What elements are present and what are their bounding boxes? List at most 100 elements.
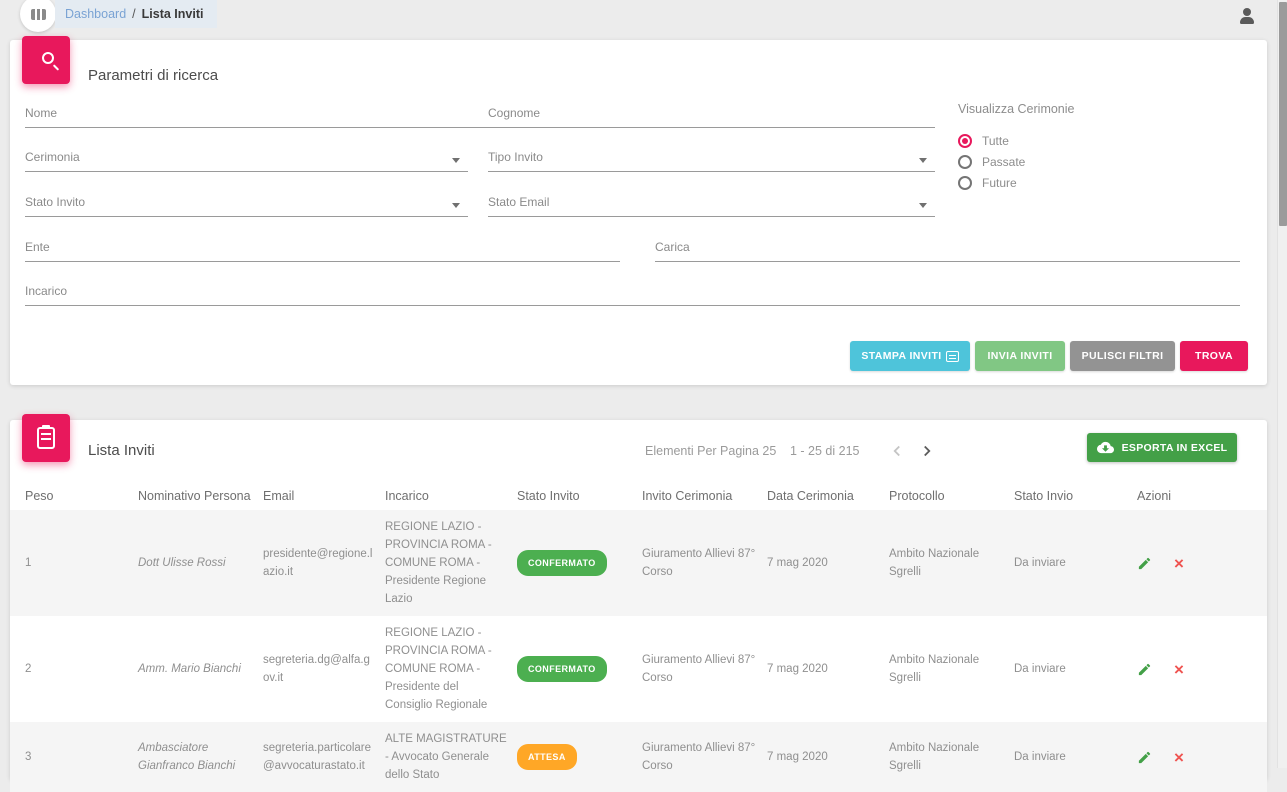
radio-option-label: Passate bbox=[982, 155, 1025, 169]
cell-incarico: REGIONE LAZIO - PROVINCIA ROMA - COMUNE … bbox=[385, 616, 517, 722]
search-actions: STAMPA INVITI INVIA INVITI PULISCI FILTR… bbox=[850, 341, 1248, 371]
stampa-inviti-label: STAMPA INVITI bbox=[861, 350, 941, 362]
stampa-inviti-button[interactable]: STAMPA INVITI bbox=[850, 341, 970, 371]
menu-button[interactable] bbox=[20, 0, 56, 32]
radio-option-tutte[interactable]: Tutte bbox=[958, 130, 1025, 151]
scrollbar-thumb[interactable] bbox=[1279, 2, 1287, 226]
stato-invito-label: Stato Invito bbox=[25, 195, 85, 209]
cell-email: presidente@regione.lazio.it bbox=[263, 537, 385, 589]
stato-email-select[interactable]: Stato Email bbox=[488, 193, 935, 217]
radio-unselected-icon[interactable] bbox=[958, 155, 972, 169]
carica-field[interactable]: Carica bbox=[655, 238, 1240, 262]
cell-stato-invio: Da inviare bbox=[1014, 652, 1137, 686]
cognome-field[interactable]: Cognome bbox=[488, 104, 935, 128]
cell-email: segreteria.particolare@avvocaturastato.i… bbox=[263, 731, 385, 783]
invia-inviti-button[interactable]: INVIA INVITI bbox=[975, 341, 1065, 371]
cell-nominativo: Dott Ulisse Rossi bbox=[138, 546, 263, 580]
edit-icon[interactable] bbox=[1137, 750, 1152, 765]
cell-invito-cerimonia: Giuramento Allievi 87° Corso bbox=[642, 537, 767, 589]
nome-label: Nome bbox=[25, 106, 57, 120]
edit-icon[interactable] bbox=[1137, 662, 1152, 677]
cell-incarico: REGIONE LAZIO - PROVINCIA ROMA - COMUNE … bbox=[385, 510, 517, 616]
search-icon bbox=[42, 52, 54, 64]
invia-inviti-label: INVIA INVITI bbox=[987, 350, 1052, 362]
column-header-stato-invio: Stato Invio bbox=[1014, 489, 1137, 503]
status-badge: CONFERMATO bbox=[517, 656, 607, 682]
column-header-peso: Peso bbox=[25, 489, 138, 503]
column-header-stato-invito: Stato Invito bbox=[517, 489, 642, 503]
cell-azioni: × bbox=[1137, 548, 1267, 579]
stato-email-label: Stato Email bbox=[488, 195, 549, 209]
cell-nominativo: Ambasciatore Gianfranco Bianchi bbox=[138, 731, 263, 783]
tipo-invito-label: Tipo Invito bbox=[488, 150, 543, 164]
carica-label: Carica bbox=[655, 240, 690, 254]
chevron-left-icon[interactable] bbox=[888, 442, 906, 460]
breadcrumb: Dashboard / Lista Inviti bbox=[55, 0, 217, 28]
delete-icon[interactable]: × bbox=[1174, 750, 1184, 765]
user-icon[interactable] bbox=[1239, 8, 1255, 24]
pdf-icon bbox=[946, 351, 959, 362]
dropdown-arrow-icon bbox=[919, 158, 927, 163]
table-row: 1Dott Ulisse Rossipresidente@regione.laz… bbox=[10, 510, 1267, 616]
column-header-azioni: Azioni bbox=[1137, 489, 1267, 503]
breadcrumb-current: Lista Inviti bbox=[142, 7, 204, 21]
cell-invito-cerimonia: Giuramento Allievi 87° Corso bbox=[642, 643, 767, 695]
trova-button[interactable]: TROVA bbox=[1180, 341, 1248, 371]
cell-stato-invio: Da inviare bbox=[1014, 740, 1137, 774]
table-row: 3Ambasciatore Gianfranco Bianchisegreter… bbox=[10, 722, 1267, 792]
radio-selected-icon[interactable] bbox=[958, 134, 972, 148]
per-page-label[interactable]: Elementi Per Pagina 25 bbox=[645, 444, 776, 458]
ente-label: Ente bbox=[25, 240, 50, 254]
edit-icon[interactable] bbox=[1137, 556, 1152, 571]
delete-icon[interactable]: × bbox=[1174, 556, 1184, 571]
chevron-right-icon[interactable] bbox=[918, 442, 936, 460]
cell-peso: 1 bbox=[25, 546, 138, 580]
cell-incarico: ALTE MAGISTRATURE - Avvocato Generale de… bbox=[385, 722, 517, 792]
status-badge: ATTESA bbox=[517, 744, 577, 770]
breadcrumb-separator: / bbox=[132, 7, 135, 21]
cell-stato-invito: ATTESA bbox=[517, 736, 642, 778]
cognome-label: Cognome bbox=[488, 106, 540, 120]
cell-data-cerimonia: 7 mag 2020 bbox=[767, 546, 889, 580]
nome-field[interactable]: Nome bbox=[25, 104, 510, 128]
column-header-data-cerimonia: Data Cerimonia bbox=[767, 489, 889, 503]
cell-protocollo: Ambito Nazionale Sgrelli bbox=[889, 731, 1014, 783]
search-card: Parametri di ricerca Nome Cognome Cerimo… bbox=[10, 40, 1267, 385]
clipboard-icon bbox=[37, 427, 55, 449]
visualizza-cerimonie-label: Visualizza Cerimonie bbox=[958, 102, 1075, 116]
cell-stato-invito: CONFERMATO bbox=[517, 542, 642, 584]
search-card-title: Parametri di ricerca bbox=[88, 67, 218, 84]
esporta-in-excel-label: ESPORTA IN EXCEL bbox=[1122, 442, 1228, 454]
radio-option-passate[interactable]: Passate bbox=[958, 151, 1025, 172]
cell-invito-cerimonia: Giuramento Allievi 87° Corso bbox=[642, 731, 767, 783]
pulisci-filtri-button[interactable]: PULISCI FILTRI bbox=[1070, 341, 1175, 371]
cerimonia-select[interactable]: Cerimonia bbox=[25, 148, 468, 172]
breadcrumb-dashboard-link[interactable]: Dashboard bbox=[65, 7, 126, 21]
cell-data-cerimonia: 7 mag 2020 bbox=[767, 740, 889, 774]
esporta-in-excel-button[interactable]: ESPORTA IN EXCEL bbox=[1087, 433, 1237, 462]
cell-peso: 3 bbox=[25, 740, 138, 774]
radio-option-future[interactable]: Future bbox=[958, 172, 1025, 193]
incarico-field[interactable]: Incarico bbox=[25, 282, 1240, 306]
column-header-protocollo: Protocollo bbox=[889, 489, 1014, 503]
radio-unselected-icon[interactable] bbox=[958, 176, 972, 190]
search-card-icon bbox=[22, 36, 70, 84]
cell-protocollo: Ambito Nazionale Sgrelli bbox=[889, 537, 1014, 589]
stato-invito-select[interactable]: Stato Invito bbox=[25, 193, 468, 217]
tipo-invito-select[interactable]: Tipo Invito bbox=[488, 148, 935, 172]
menu-icon bbox=[31, 9, 46, 20]
pulisci-filtri-label: PULISCI FILTRI bbox=[1082, 350, 1164, 362]
column-header-email: Email bbox=[263, 489, 385, 503]
list-card-title: Lista Inviti bbox=[88, 442, 155, 459]
dropdown-arrow-icon bbox=[452, 203, 460, 208]
radio-option-label: Future bbox=[982, 176, 1017, 190]
table-row: 2Amm. Mario Bianchisegreteria.dg@alfa.go… bbox=[10, 616, 1267, 722]
list-card: Lista Inviti Elementi Per Pagina 25 1 - … bbox=[10, 420, 1267, 780]
cell-stato-invio: Da inviare bbox=[1014, 546, 1137, 580]
column-header-incarico: Incarico bbox=[385, 489, 517, 503]
cell-azioni: × bbox=[1137, 654, 1267, 685]
ente-field[interactable]: Ente bbox=[25, 238, 620, 262]
page: Dashboard / Lista Inviti Parametri di ri… bbox=[0, 0, 1287, 768]
vertical-scrollbar[interactable] bbox=[1277, 0, 1287, 768]
delete-icon[interactable]: × bbox=[1174, 662, 1184, 677]
